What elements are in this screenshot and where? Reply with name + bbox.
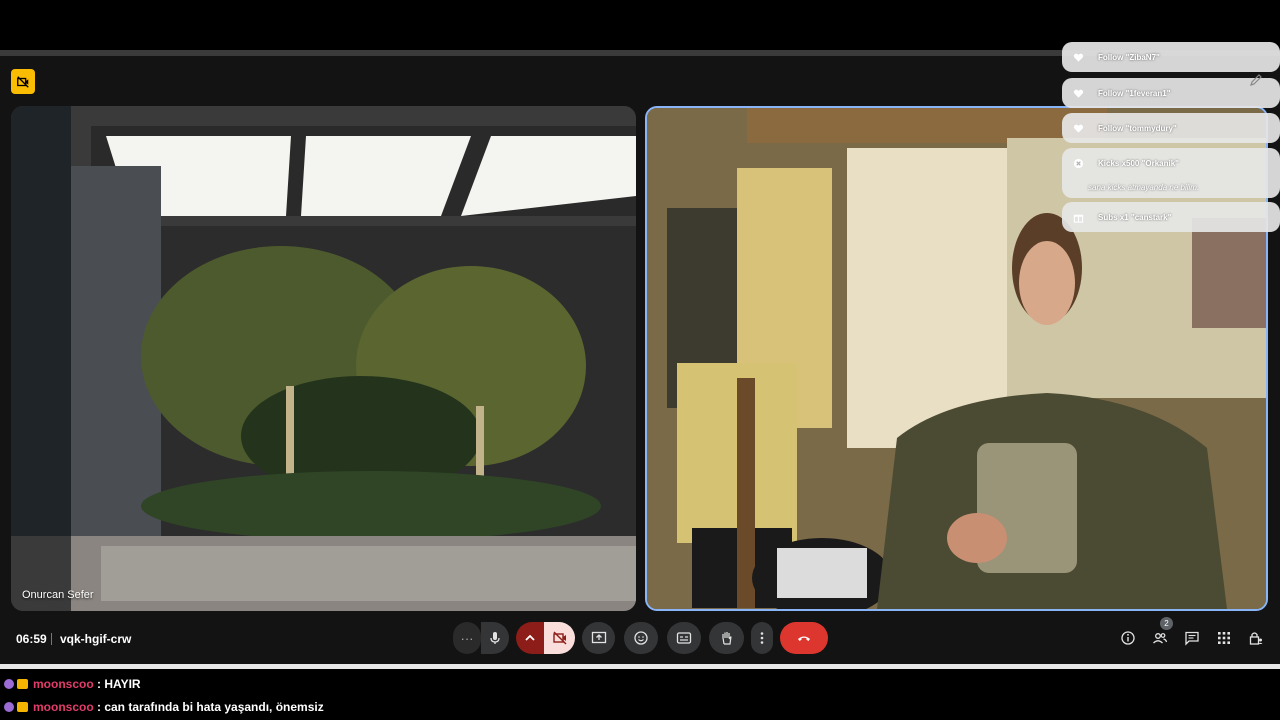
stream-chat: moonscoo : HAYIR moonscoo : can tarafınd… xyxy=(0,669,1280,720)
alert-text: Kicks x500 "Orkanik" xyxy=(1098,159,1179,168)
meeting-info-button[interactable] xyxy=(1118,628,1138,648)
camera-off-icon xyxy=(552,631,566,645)
apps-grid-icon xyxy=(1218,632,1230,644)
microphone-icon xyxy=(490,632,500,644)
heart-icon xyxy=(1073,124,1084,133)
chat-text: : HAYIR xyxy=(93,677,141,691)
alert-kicks: Kicks x500 "Orkanik" sana kicks atmayand… xyxy=(1062,148,1280,198)
chevron-up-icon xyxy=(525,634,535,641)
people-button[interactable] xyxy=(1150,628,1170,648)
microphone-button[interactable] xyxy=(481,622,509,654)
present-screen-button[interactable] xyxy=(582,622,615,654)
leave-call-button[interactable] xyxy=(780,622,828,654)
participant-tile-onurcan[interactable]: Onurcan Sefer xyxy=(11,106,636,611)
alert-text: Subs x1 "canstark" xyxy=(1098,213,1172,222)
more-vert-icon xyxy=(760,632,764,644)
hand-icon xyxy=(721,632,732,645)
alert-text: Follow "tommydury" xyxy=(1098,124,1177,133)
alert-subs: Subs x1 "canstark" xyxy=(1062,202,1280,232)
captions-icon xyxy=(676,632,692,644)
heart-icon xyxy=(1073,89,1084,98)
subscriber-badge-icon xyxy=(17,702,28,712)
audio-options-button[interactable]: ··· xyxy=(453,622,481,654)
participant-name: Onurcan Sefer xyxy=(22,589,94,601)
close-circle-icon xyxy=(1073,158,1084,169)
reactions-button[interactable] xyxy=(624,622,658,654)
chat-message: moonscoo : can tarafında bi hata yaşandı… xyxy=(4,697,324,717)
screen: Onurcan Sefer 06:59 vqk-hgif-crw ··· 2 F… xyxy=(0,0,1280,720)
heart-icon xyxy=(1073,53,1084,62)
alert-text: Follow "ZibaN7" xyxy=(1098,53,1160,62)
chat-message: moonscoo : HAYIR xyxy=(4,674,141,694)
alert-follow-3: Follow "tommydury" xyxy=(1062,113,1280,143)
subscriber-badge-icon xyxy=(17,679,28,689)
chat-username: moonscoo xyxy=(33,700,94,714)
alert-message: sana kicks atmayanda ne bilim. xyxy=(1088,183,1200,192)
info-icon xyxy=(1121,631,1135,645)
camera-toggle-button[interactable] xyxy=(544,622,575,654)
people-icon xyxy=(1153,633,1168,644)
chat-icon xyxy=(1185,631,1199,646)
time-code-separator xyxy=(51,633,52,645)
gift-icon xyxy=(1073,214,1084,223)
raise-hand-button[interactable] xyxy=(709,622,744,654)
captions-button[interactable] xyxy=(667,622,701,654)
activities-button[interactable] xyxy=(1214,628,1234,648)
lock-person-icon xyxy=(1249,632,1263,645)
meeting-code: vqk-hgif-crw xyxy=(60,632,132,646)
badge-icon xyxy=(4,679,14,689)
hang-up-icon xyxy=(798,636,810,641)
present-icon xyxy=(591,631,606,644)
camera-options-button[interactable] xyxy=(516,622,544,654)
emoji-icon xyxy=(634,631,648,645)
badge-icon xyxy=(4,702,14,712)
chat-username: moonscoo xyxy=(33,677,94,691)
pencil-icon[interactable] xyxy=(1249,73,1263,87)
camera-off-icon[interactable] xyxy=(11,69,35,94)
more-options-button[interactable] xyxy=(751,622,773,654)
chat-button[interactable] xyxy=(1182,628,1202,648)
alert-follow-1: Follow "ZibaN7" xyxy=(1062,42,1280,72)
alert-follow-2: Follow "1feveran1" xyxy=(1062,78,1280,108)
alert-text: Follow "1feveran1" xyxy=(1098,89,1171,98)
garden-image xyxy=(11,106,636,611)
chat-text: : can tarafında bi hata yaşandı, önemsiz xyxy=(93,700,324,714)
meeting-time: 06:59 xyxy=(16,632,47,646)
participant-count-badge: 2 xyxy=(1160,617,1173,630)
host-controls-button[interactable] xyxy=(1246,628,1266,648)
